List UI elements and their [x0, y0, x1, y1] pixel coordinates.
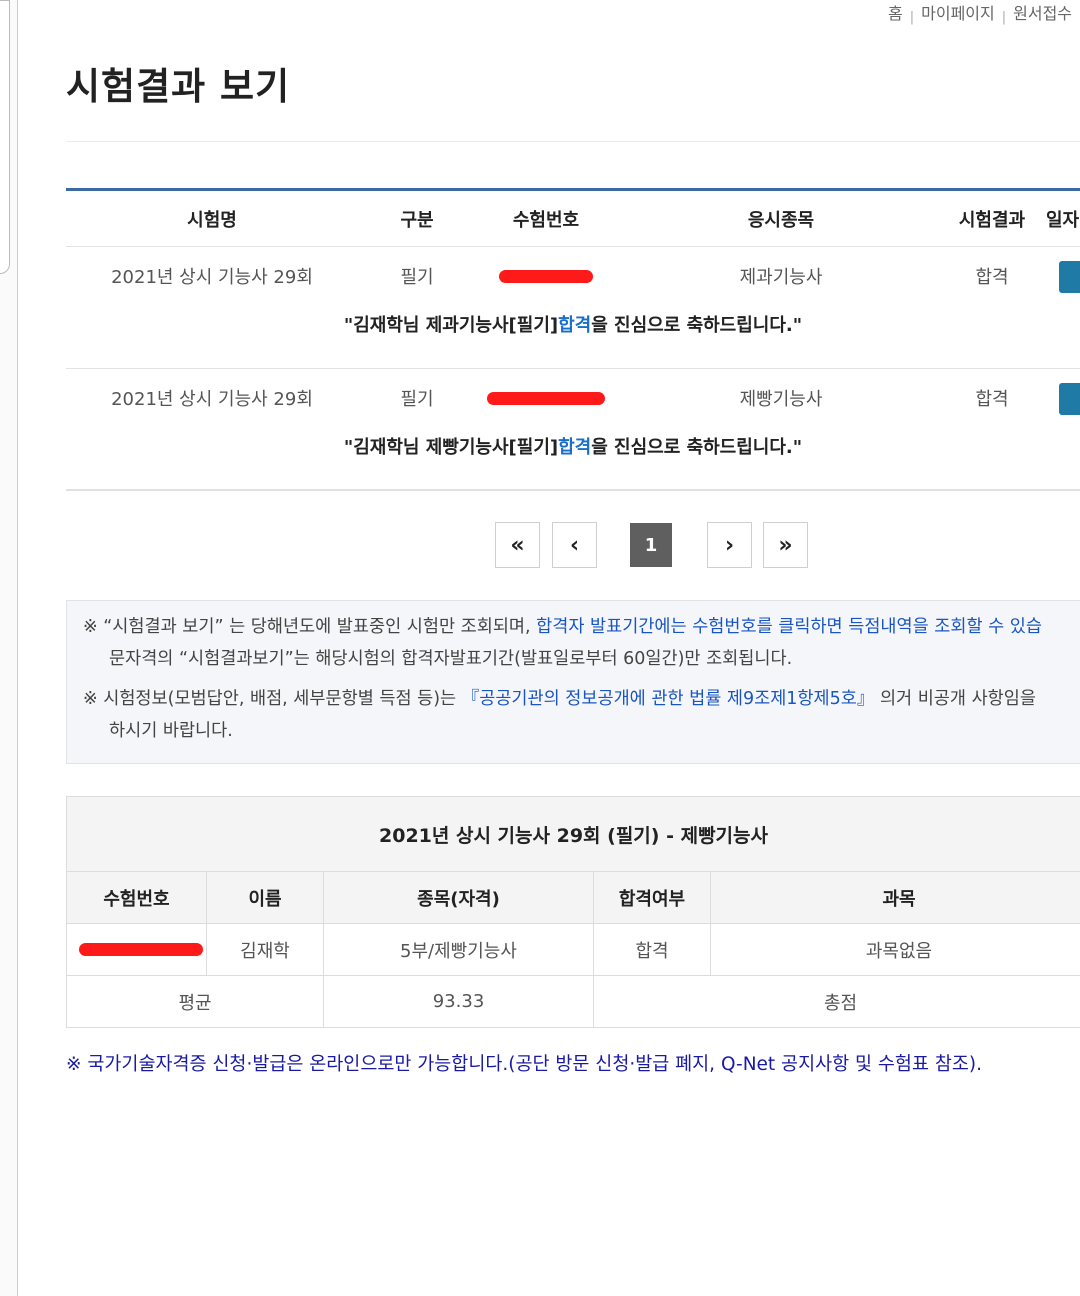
- average-label: 평균: [67, 976, 324, 1027]
- average-value: 93.33: [324, 976, 594, 1027]
- header-exam-number: 수험번호: [512, 209, 580, 231]
- notice-highlight: 합격자 발표기간에는 수험번호를 클릭하면 득점내역을 조회할 수 있습: [536, 617, 1043, 637]
- table-row: 2021년 상시 기능사 29회 필기 제빵기능사 합격: [66, 369, 1080, 427]
- redaction-mark: [78, 943, 203, 956]
- msg-pass: 합격: [558, 315, 592, 336]
- util-apply-link[interactable]: 원서접수: [1013, 0, 1072, 24]
- table-row: 김재학 5부/제빵기능사 합격 과목없음: [67, 924, 1080, 976]
- footer-note: ※ 국가기술자격증 신청·발급은 온라인으로만 가능합니다.(공단 방문 신청·…: [66, 1054, 982, 1075]
- msg-prefix: "김재학님 제빵기능사[필기]: [343, 437, 559, 458]
- util-separator: |: [909, 10, 915, 25]
- score-pass: 합격: [594, 924, 711, 975]
- current-page-button[interactable]: 1: [630, 523, 672, 567]
- redaction-mark: [499, 269, 593, 283]
- score-header-field: 종목(자격): [324, 872, 594, 923]
- notice-text: 의거 비공개 사항임을: [874, 689, 1036, 709]
- last-page-button[interactable]: »: [763, 522, 808, 568]
- score-name: 김재학: [207, 924, 324, 975]
- header-subject: 응시종목: [747, 209, 815, 231]
- msg-prefix: "김재학님 제과기능사[필기]: [343, 315, 559, 336]
- left-panel-tab[interactable]: [0, 0, 10, 274]
- exam-results-table: 시험명 구분 수험번호 응시종목 시험결과 일자 2021년 상시 기능사 29…: [66, 188, 1080, 491]
- table-header-row: 시험명 구분 수험번호 응시종목 시험결과 일자: [66, 191, 1080, 247]
- first-page-button[interactable]: «: [495, 522, 540, 568]
- notice-text: ※ “시험결과 보기” 는 당해년도에 발표중인 시험만 조회되며,: [83, 617, 537, 637]
- row-subject: 제빵기능사: [739, 389, 823, 410]
- congratulation-message: "김재학님 제과기능사[필기] 합격 을 진심으로 축하드립니다.": [66, 305, 1080, 369]
- header-category: 구분: [400, 209, 434, 231]
- score-header-name: 이름: [207, 872, 324, 923]
- score-header-exam-number: 수험번호: [67, 872, 207, 923]
- score-header-subjects: 과목: [882, 888, 916, 910]
- header-result: 시험결과: [958, 209, 1026, 231]
- utility-nav: 홈 | 마이페이지 | 원서접수: [888, 0, 1072, 26]
- score-table-caption: 2021년 상시 기능사 29회 (필기) - 제빵기능사: [67, 797, 1080, 872]
- score-exam-number-redacted: [67, 924, 207, 975]
- row-result: 합격: [975, 267, 1009, 288]
- header-date: 일자: [1046, 209, 1080, 231]
- row-exam-name: 2021년 상시 기능사 29회: [111, 267, 313, 288]
- util-separator: |: [1001, 10, 1007, 25]
- score-field: 5부/제빵기능사: [324, 924, 594, 975]
- pagination: « ‹ 1 › »: [0, 522, 1080, 568]
- row-action-button[interactable]: [1059, 383, 1080, 415]
- exam-number-link-redacted[interactable]: [486, 369, 606, 427]
- score-detail-table: 2021년 상시 기능사 29회 (필기) - 제빵기능사 수험번호 이름 종목…: [66, 796, 1080, 1028]
- notice-item: ※ 시험정보(모범답안, 배점, 세부문항별 득점 등)는 『공공기관의 정보공…: [83, 683, 1080, 747]
- score-header-pass: 합격여부: [594, 872, 711, 923]
- table-row: 평균 93.33 총점: [67, 976, 1080, 1027]
- title-divider: [66, 141, 1080, 142]
- total-label: 총점: [823, 992, 858, 1014]
- row-subject: 제과기능사: [739, 267, 823, 288]
- congratulation-message: "김재학님 제빵기능사[필기] 합격 을 진심으로 축하드립니다.": [66, 427, 1080, 491]
- row-action-button[interactable]: [1059, 261, 1080, 293]
- score-subjects: 과목없음: [865, 940, 933, 962]
- row-result: 합격: [975, 389, 1009, 410]
- prev-page-button[interactable]: ‹: [552, 522, 597, 568]
- notice-text: 문자격의 “시험결과보기”는 해당시험의 합격자발표기간(발표일로부터 60일간…: [109, 649, 793, 669]
- exam-number-link-redacted[interactable]: [486, 247, 606, 305]
- msg-suffix: 을 진심으로 축하드립니다.": [591, 315, 803, 336]
- util-home-link[interactable]: 홈: [888, 0, 903, 24]
- row-exam-name: 2021년 상시 기능사 29회: [111, 389, 313, 410]
- notice-box: ※ “시험결과 보기” 는 당해년도에 발표중인 시험만 조회되며, 합격자 발…: [66, 600, 1080, 764]
- row-category: 필기: [400, 267, 434, 288]
- page-title: 시험결과 보기: [66, 65, 291, 108]
- next-page-button[interactable]: ›: [707, 522, 752, 568]
- row-category: 필기: [400, 389, 434, 410]
- notice-item: ※ “시험결과 보기” 는 당해년도에 발표중인 시험만 조회되며, 합격자 발…: [83, 611, 1080, 675]
- notice-text: ※ 시험정보(모범답안, 배점, 세부문항별 득점 등)는: [83, 689, 462, 709]
- law-reference-link[interactable]: 『공공기관의 정보공개에 관한 법률 제9조제1항제5호』: [462, 689, 875, 709]
- score-header-row: 수험번호 이름 종목(자격) 합격여부 과목: [67, 872, 1080, 924]
- msg-suffix: 을 진심으로 축하드립니다.": [591, 437, 803, 458]
- header-exam-name: 시험명: [187, 209, 237, 231]
- msg-pass: 합격: [558, 437, 592, 458]
- notice-text: 하시기 바랍니다.: [109, 721, 233, 741]
- table-row: 2021년 상시 기능사 29회 필기 제과기능사 합격: [66, 247, 1080, 305]
- redaction-mark: [487, 391, 605, 405]
- util-mypage-link[interactable]: 마이페이지: [921, 0, 995, 24]
